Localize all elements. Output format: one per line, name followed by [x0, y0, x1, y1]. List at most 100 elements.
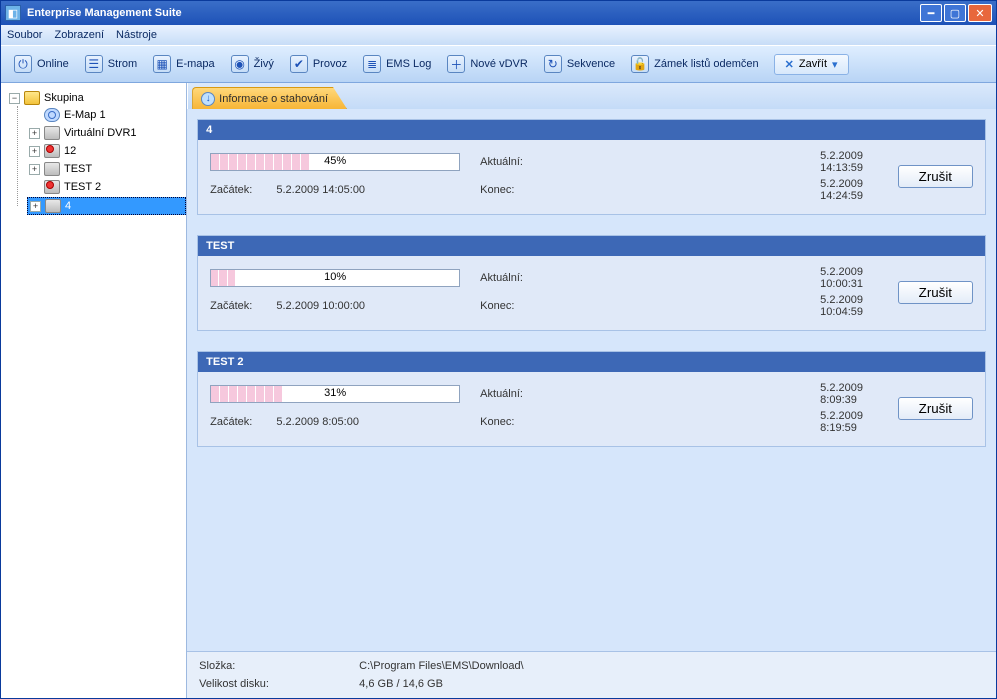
- menubar: Soubor Zobrazení Nástroje: [1, 25, 996, 45]
- folder-icon: [24, 91, 40, 105]
- tree-icon: ☰: [85, 55, 103, 73]
- download-body: 10% Aktuální: 5.2.2009 10:00:31 Začátek: 5.2…: [198, 256, 985, 330]
- menu-tools[interactable]: Nástroje: [116, 29, 157, 41]
- end-value: 5.2.2009 10:04:59: [820, 294, 863, 318]
- end-value: 5.2.2009 8:19:59: [820, 410, 863, 434]
- cancel-button[interactable]: Zrušit: [898, 165, 973, 188]
- start-value: 5.2.2009 8:05:00: [276, 416, 359, 428]
- tree-root[interactable]: − Skupina: [7, 90, 186, 106]
- tab-label: Informace o stahování: [219, 93, 328, 105]
- tree-item-label: Virtuální DVR1: [64, 127, 137, 139]
- current-label: Aktuální:: [480, 272, 800, 284]
- menu-file[interactable]: Soubor: [7, 29, 42, 41]
- tree-item-4[interactable]: + 4: [27, 197, 186, 215]
- device-tree[interactable]: − Skupina E-Map 1 + Virtuál: [1, 83, 187, 698]
- downloads-panel: 4 45% Aktuální: 5.2.2009 14:13:59 Začátek: 5.…: [187, 109, 996, 651]
- toolbar-close-tab[interactable]: ✕Zavřít▾: [774, 54, 849, 75]
- dvr-icon: [44, 162, 60, 176]
- progress-percent: 45%: [324, 155, 346, 167]
- cancel-button[interactable]: Zrušit: [898, 397, 973, 420]
- start-label: Začátek:: [210, 184, 252, 196]
- dvr-alert-icon: [44, 180, 60, 194]
- map-icon: ▦: [153, 55, 171, 73]
- cancel-button[interactable]: Zrušit: [898, 281, 973, 304]
- current-value: 5.2.2009 14:13:59: [820, 150, 863, 174]
- download-body: 45% Aktuální: 5.2.2009 14:13:59 Začátek: 5.2…: [198, 140, 985, 214]
- tree-root-label: Skupina: [44, 92, 84, 104]
- content-pane: ↓ Informace o stahování 4 45% Aktuální: 5.2…: [187, 83, 996, 698]
- toolbar-tree[interactable]: ☰Strom: [78, 51, 144, 77]
- maximize-button[interactable]: ▢: [944, 4, 966, 22]
- toolbar-online[interactable]: ⏻Online: [7, 51, 76, 77]
- toolbar-emslog[interactable]: ≣EMS Log: [356, 51, 438, 77]
- tree-item-label: 12: [64, 145, 76, 157]
- window-close-button[interactable]: ✕: [968, 4, 992, 22]
- check-icon: ✔: [290, 55, 308, 73]
- start-label: Začátek:: [210, 300, 252, 312]
- folder-label: Složka:: [199, 660, 349, 672]
- toolbar-lock[interactable]: 🔓Zámek listů odemčen: [624, 51, 766, 77]
- tree-item-label: 4: [65, 200, 71, 212]
- tab-strip: ↓ Informace o stahování: [187, 83, 996, 109]
- end-label: Konec:: [480, 300, 800, 312]
- tree-item-test[interactable]: + TEST: [27, 161, 186, 177]
- tree-item-emap1[interactable]: E-Map 1: [27, 107, 186, 123]
- current-value: 5.2.2009 8:09:39: [820, 382, 863, 406]
- toolbar-traffic[interactable]: ✔Provoz: [283, 51, 354, 77]
- end-value: 5.2.2009 14:24:59: [820, 178, 863, 202]
- tree-item-label: TEST 2: [64, 181, 101, 193]
- start-value: 5.2.2009 10:00:00: [276, 300, 365, 312]
- application-window: ◧ Enterprise Management Suite ━ ▢ ✕ Soub…: [0, 0, 997, 699]
- footer-info: Složka: C:\Program Files\EMS\Download\ V…: [187, 651, 996, 698]
- collapse-icon[interactable]: −: [9, 93, 20, 104]
- plus-icon: ＋: [447, 55, 465, 73]
- end-label: Konec:: [480, 184, 800, 196]
- expand-icon[interactable]: +: [29, 128, 40, 139]
- download-body: 31%Aktuální:5.2.2009 8:09:39Začátek:5.2.…: [198, 372, 985, 446]
- start-label: Začátek:: [210, 416, 252, 428]
- toolbar: ⏻Online ☰Strom ▦E-mapa ◉Živý ✔Provoz ≣EM…: [1, 45, 996, 83]
- dvr-icon: [44, 126, 60, 140]
- disk-size-label: Velikost disku:: [199, 678, 349, 690]
- download-item: TEST10%Aktuální:5.2.2009 10:00:31Začátek…: [197, 235, 986, 331]
- toolbar-new-vdvr[interactable]: ＋Nové vDVR: [440, 51, 534, 77]
- emap-icon: [44, 108, 60, 122]
- power-icon: ⏻: [14, 55, 32, 73]
- close-icon: ✕: [785, 58, 794, 71]
- progress-bar: 10%: [210, 269, 460, 287]
- log-icon: ≣: [363, 55, 381, 73]
- expand-icon[interactable]: +: [29, 164, 40, 175]
- chevron-down-icon: ▾: [832, 58, 838, 71]
- tree-item-12[interactable]: + 12: [27, 143, 186, 159]
- download-arrow-icon: ↓: [201, 92, 215, 106]
- progress-bar: 31%: [210, 385, 460, 403]
- disk-size-value: 4,6 GB / 14,6 GB: [359, 678, 984, 690]
- titlebar: ◧ Enterprise Management Suite ━ ▢ ✕: [1, 1, 996, 25]
- expand-icon[interactable]: +: [30, 201, 41, 212]
- download-title: 4: [198, 120, 985, 140]
- tab-download-info[interactable]: ↓ Informace o stahování: [192, 87, 347, 109]
- dvr-icon: [45, 199, 61, 213]
- tree-item-vdvr1[interactable]: + Virtuální DVR1: [27, 125, 186, 141]
- tree-item-label: E-Map 1: [64, 109, 106, 121]
- tree-item-label: TEST: [64, 163, 92, 175]
- current-label: Aktuální:: [480, 156, 800, 168]
- expand-icon[interactable]: +: [29, 146, 40, 157]
- sequence-icon: ↻: [544, 55, 562, 73]
- menu-view[interactable]: Zobrazení: [54, 29, 104, 41]
- progress-percent: 10%: [324, 271, 346, 283]
- app-icon: ◧: [5, 5, 21, 21]
- current-value: 5.2.2009 10:00:31: [820, 266, 863, 290]
- lock-icon: 🔓: [631, 55, 649, 73]
- download-title: TEST 2: [198, 352, 985, 372]
- toolbar-emap[interactable]: ▦E-mapa: [146, 51, 222, 77]
- toolbar-sequence[interactable]: ↻Sekvence: [537, 51, 622, 77]
- progress-percent: 31%: [324, 387, 346, 399]
- download-item: TEST 231%Aktuální:5.2.2009 8:09:39Začáte…: [197, 351, 986, 447]
- progress-bar: 45%: [210, 153, 460, 171]
- end-label: Konec:: [480, 416, 800, 428]
- tree-item-test2[interactable]: TEST 2: [27, 179, 186, 195]
- camera-icon: ◉: [231, 55, 249, 73]
- toolbar-live[interactable]: ◉Živý: [224, 51, 281, 77]
- minimize-button[interactable]: ━: [920, 4, 942, 22]
